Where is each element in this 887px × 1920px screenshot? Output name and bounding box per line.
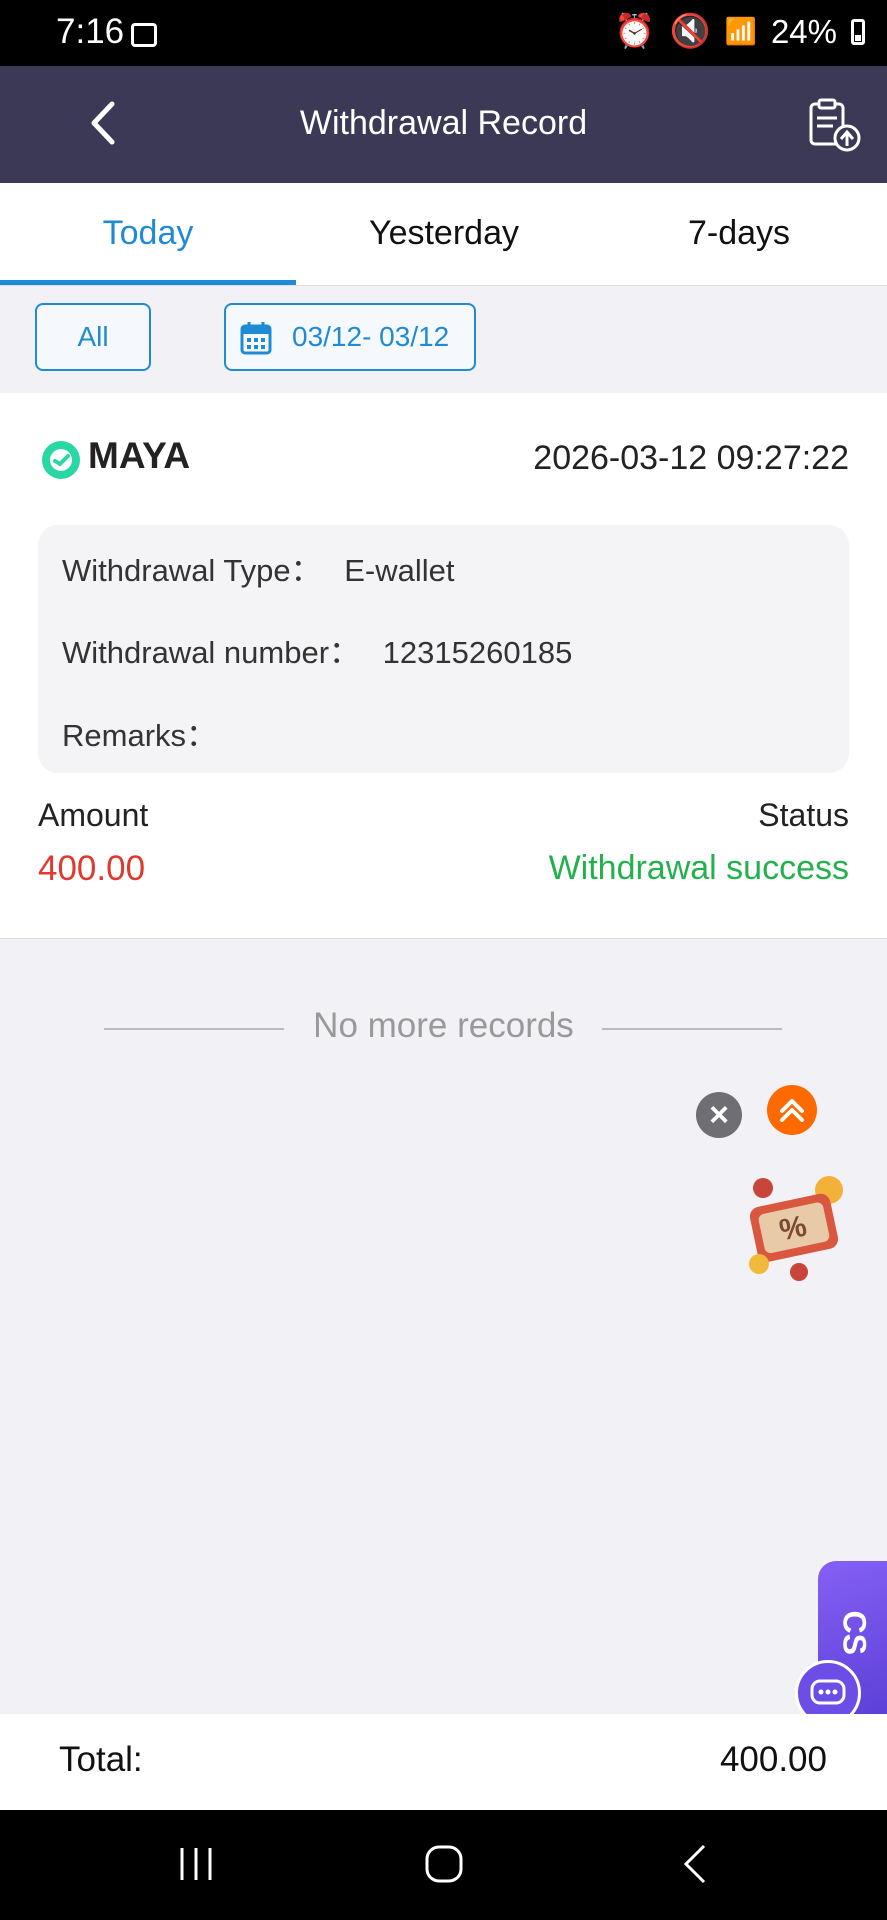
maya-logo-icon (42, 441, 80, 479)
tab-7-days[interactable]: 7-days (591, 183, 887, 285)
withdrawal-type-row: Withdrawal Type： E-wallet (62, 545, 454, 590)
system-back-icon[interactable] (676, 1842, 716, 1886)
wifi-icon: 📶 (724, 16, 757, 46)
promo-coupon-icon[interactable]: % (733, 1168, 853, 1288)
app-header: Withdrawal Record (0, 66, 887, 183)
remarks-label: Remarks： (62, 718, 218, 753)
filter-all-button[interactable]: All (35, 303, 151, 371)
withdrawal-number-label: Withdrawal number： (62, 635, 361, 670)
no-more-records-text: No more records (313, 1006, 574, 1045)
total-value: 400.00 (719, 1740, 827, 1779)
gallery-icon (131, 23, 157, 47)
recent-apps-icon[interactable] (176, 1842, 216, 1886)
withdrawal-number-row: Withdrawal number： 12315260185 (62, 627, 572, 672)
total-label: Total: (59, 1740, 143, 1779)
record-datetime: 2026-03-12 09:27:22 (533, 439, 849, 477)
close-icon[interactable]: × (696, 1092, 742, 1138)
battery-percent: 24% (770, 12, 837, 50)
total-bar: Total: 400.00 (0, 1714, 887, 1810)
withdrawal-record-card[interactable]: MAYA 2026-03-12 09:27:22 Withdrawal Type… (0, 393, 887, 939)
provider-name: MAYA (88, 435, 191, 476)
date-range-button[interactable]: 03/12- 03/12 (224, 303, 476, 371)
remarks-row: Remarks： (62, 710, 217, 755)
home-icon[interactable] (422, 1842, 466, 1886)
withdrawal-type-value: E-wallet (344, 553, 455, 588)
calendar-icon (240, 322, 272, 355)
record-details: Withdrawal Type： E-wallet Withdrawal num… (38, 525, 849, 773)
withdrawal-number-value: 12315260185 (382, 635, 573, 670)
filter-bar: All 03/12- 03/12 (0, 286, 887, 393)
tab-today[interactable]: Today (0, 183, 296, 285)
amount-value: 400.00 (38, 849, 146, 888)
status-bar: 7:16 ⏰ 🔇 📶 24% (0, 0, 887, 66)
alarm-icon: ⏰ (614, 12, 656, 49)
status-label: Status (758, 797, 849, 833)
status-value: Withdrawal success (548, 849, 849, 887)
mute-icon: 🔇 (669, 12, 711, 49)
withdrawal-type-label: Withdrawal Type： (62, 553, 322, 588)
tab-yesterday[interactable]: Yesterday (296, 183, 592, 285)
system-nav-bar (0, 1810, 887, 1920)
date-range-label: 03/12- 03/12 (292, 321, 450, 352)
status-icons: ⏰ 🔇 📶 24% (614, 12, 865, 51)
status-time: 7:16 (56, 12, 125, 51)
active-tab-indicator (0, 280, 296, 285)
scroll-top-icon[interactable] (767, 1085, 817, 1135)
page-title: Withdrawal Record (299, 104, 588, 142)
clipboard-upload-icon[interactable] (805, 96, 863, 154)
date-tabs: Today Yesterday 7-days (0, 183, 887, 286)
amount-label: Amount (38, 797, 149, 833)
customer-service-label: CS (836, 1610, 873, 1655)
battery-icon (851, 18, 865, 45)
